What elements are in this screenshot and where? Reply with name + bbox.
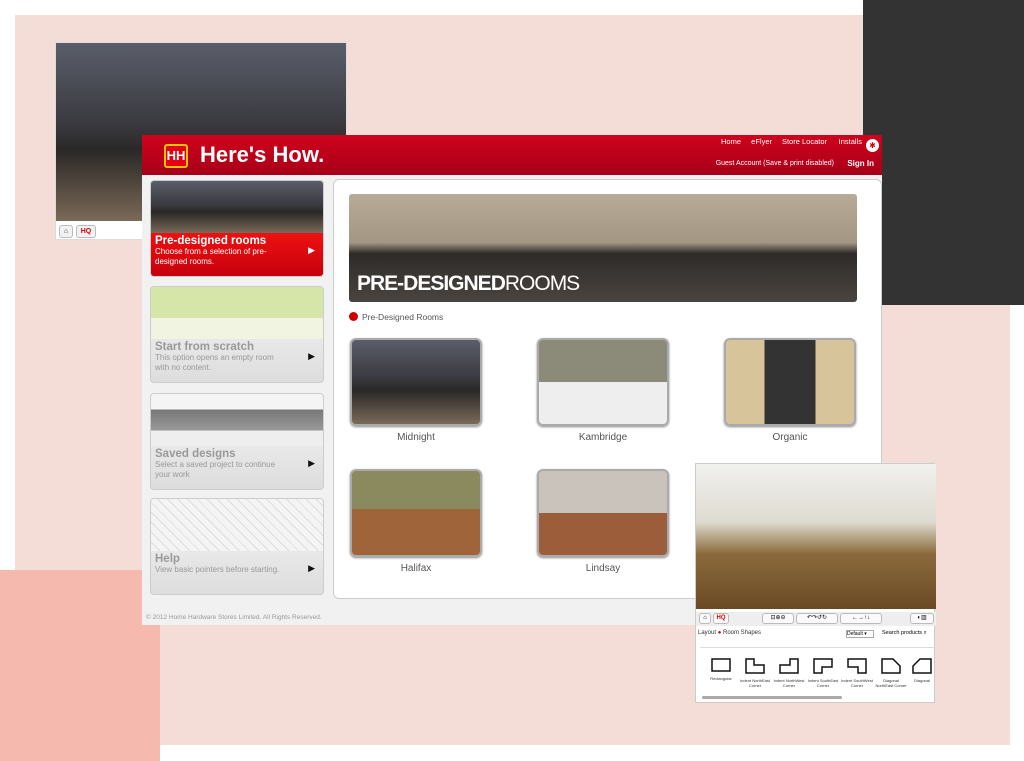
room-shapes-list: Rectangular Indent NorthEast Corner Inde… xyxy=(700,647,936,695)
room-halifax[interactable]: Halifax xyxy=(350,469,482,574)
banner-title: PRE-DESIGNEDROOMS xyxy=(357,272,580,296)
home-icon[interactable]: ⌂ xyxy=(59,225,73,238)
nav-eflyer[interactable]: eFlyer xyxy=(751,137,772,146)
rectangle-icon xyxy=(711,658,731,672)
search-products-input[interactable]: Search products ⌕ xyxy=(882,630,934,639)
view-mode-button[interactable]: ◐▥ xyxy=(910,613,934,624)
breadcrumb[interactable]: Pre-Designed Rooms xyxy=(349,312,443,322)
room-name: Halifax xyxy=(400,563,432,574)
shape-label: Indent NorthEast Corner xyxy=(739,678,771,688)
banner-title-bold: PRE-DESIGNED xyxy=(357,272,506,295)
shape-label: Indent NorthWest Corner xyxy=(773,678,805,688)
account-status: Guest Account (Save & print disabled) xyxy=(715,160,834,167)
room-organic[interactable]: Organic xyxy=(724,338,856,443)
room-name: Organic xyxy=(772,432,808,443)
shape-label: Rectangular xyxy=(710,676,732,681)
default-dropdown[interactable]: Default ▾ xyxy=(846,630,874,638)
room-name: Lindsay xyxy=(585,563,621,574)
sign-in-link[interactable]: Sign In xyxy=(847,159,874,168)
indent-se-icon xyxy=(813,658,833,674)
sidebar-item-pre-designed[interactable]: Pre-designed rooms Choose from a selecti… xyxy=(150,180,324,277)
zoom-controls[interactable]: ⊡⊕⊖ xyxy=(762,613,794,624)
shape-indent-nw[interactable]: Indent NorthWest Corner xyxy=(772,658,806,688)
nav-home[interactable]: Home xyxy=(721,137,741,146)
decor-block-dark xyxy=(863,0,1024,305)
indent-sw-icon xyxy=(847,658,867,674)
card-title: Pre-designed rooms xyxy=(155,235,267,247)
shape-label: Diagonal NorthEast Corner xyxy=(875,678,907,688)
card-desc: Select a saved project to continue your … xyxy=(155,460,276,479)
arrow-right-icon: ▶ xyxy=(308,351,315,361)
planner-toolbar: ⌂ HQ ⊡⊕⊖ ↶↷↺↻ ←→↑↓ ◐▥ xyxy=(696,612,936,626)
maple-leaf-icon[interactable]: ✱ xyxy=(866,139,879,152)
dropdown-value: Default xyxy=(847,631,863,637)
arrow-right-icon: ▶ xyxy=(308,563,315,573)
card-image xyxy=(151,394,323,446)
layout-tabs[interactable]: Layout ● Room Shapes xyxy=(698,630,761,636)
card-desc: Choose from a selection of pre-designed … xyxy=(155,247,267,266)
room-shapes-label[interactable]: Room Shapes xyxy=(723,630,761,636)
card-desc: View basic pointers before starting. xyxy=(155,565,280,574)
card-desc: This option opens an empty room with no … xyxy=(155,353,274,372)
breadcrumb-label: Pre-Designed Rooms xyxy=(362,312,444,322)
room-name: Midnight xyxy=(397,432,435,443)
arrow-right-icon: ▶ xyxy=(308,458,315,468)
nav-installs[interactable]: Installs xyxy=(839,137,862,146)
banner-title-light: ROOMS xyxy=(504,272,580,295)
pan-controls[interactable]: ←→↑↓ xyxy=(840,613,882,624)
step-icon: ● xyxy=(717,630,722,636)
room-thumbnail xyxy=(724,338,856,426)
hq-button[interactable]: HQ xyxy=(713,613,729,624)
banner: PRE-DESIGNEDROOMS xyxy=(349,194,857,302)
bullet-icon xyxy=(349,312,358,321)
search-placeholder: Search products xyxy=(882,630,923,636)
search-icon: ⌕ xyxy=(923,630,927,636)
copyright: © 2012 Home Hardware Stores Limited. All… xyxy=(146,614,322,621)
indent-ne-icon xyxy=(745,658,765,674)
shape-label: Diagonal xyxy=(914,678,930,683)
shape-rectangular[interactable]: Rectangular xyxy=(704,658,738,681)
room-thumbnail xyxy=(350,338,482,426)
decor-block-salmon xyxy=(0,570,160,761)
brand-name[interactable]: Here's How. xyxy=(200,142,324,168)
room-thumbnail xyxy=(350,469,482,557)
diagonal-icon xyxy=(912,658,932,674)
diagonal-ne-icon xyxy=(881,658,901,674)
room-thumbnail xyxy=(537,338,669,426)
layout-label[interactable]: Layout xyxy=(698,630,716,636)
horizontal-scrollbar[interactable] xyxy=(702,696,842,699)
hq-button[interactable]: HQ xyxy=(76,225,96,238)
card-title: Start from scratch xyxy=(155,341,255,353)
shape-indent-ne[interactable]: Indent NorthEast Corner xyxy=(738,658,772,688)
shape-diagonal-ne[interactable]: Diagonal NorthEast Corner xyxy=(874,658,908,688)
kitchen-3d-view xyxy=(696,464,936,609)
sidebar-item-help[interactable]: Help View basic pointers before starting… xyxy=(150,498,324,595)
room-thumbnail xyxy=(537,469,669,557)
arrow-right-icon: ▶ xyxy=(308,245,315,255)
room-kambridge[interactable]: Kambridge xyxy=(537,338,669,443)
card-image xyxy=(151,181,323,233)
shape-label: Indent SouthEast Corner xyxy=(807,678,839,688)
logo-icon[interactable]: HH xyxy=(164,144,188,168)
room-name: Kambridge xyxy=(578,432,628,443)
card-title: Help xyxy=(155,553,180,565)
nav-store-locator[interactable]: Store Locator xyxy=(782,137,827,146)
sidebar-item-scratch[interactable]: Start from scratch This option opens an … xyxy=(150,286,324,383)
card-image xyxy=(151,287,323,339)
room-midnight[interactable]: Midnight xyxy=(350,338,482,443)
header: HH Here's How. Home eFlyer Store Locator… xyxy=(142,135,882,175)
indent-nw-icon xyxy=(779,658,799,674)
shape-diagonal[interactable]: Diagonal xyxy=(908,658,936,683)
room-lindsay[interactable]: Lindsay xyxy=(537,469,669,574)
shape-indent-se[interactable]: Indent SouthEast Corner xyxy=(806,658,840,688)
card-title: Saved designs xyxy=(155,448,236,460)
sidebar-item-saved[interactable]: Saved designs Select a saved project to … xyxy=(150,393,324,490)
shape-label: Indent SouthWest Corner xyxy=(841,678,873,688)
shape-indent-sw[interactable]: Indent SouthWest Corner xyxy=(840,658,874,688)
card-image xyxy=(151,499,323,551)
home-icon[interactable]: ⌂ xyxy=(699,613,711,624)
rotate-controls[interactable]: ↶↷↺↻ xyxy=(796,613,838,624)
planner-screenshot: ⌂ HQ ⊡⊕⊖ ↶↷↺↻ ←→↑↓ ◐▥ Layout ● Room Shap… xyxy=(695,463,936,703)
